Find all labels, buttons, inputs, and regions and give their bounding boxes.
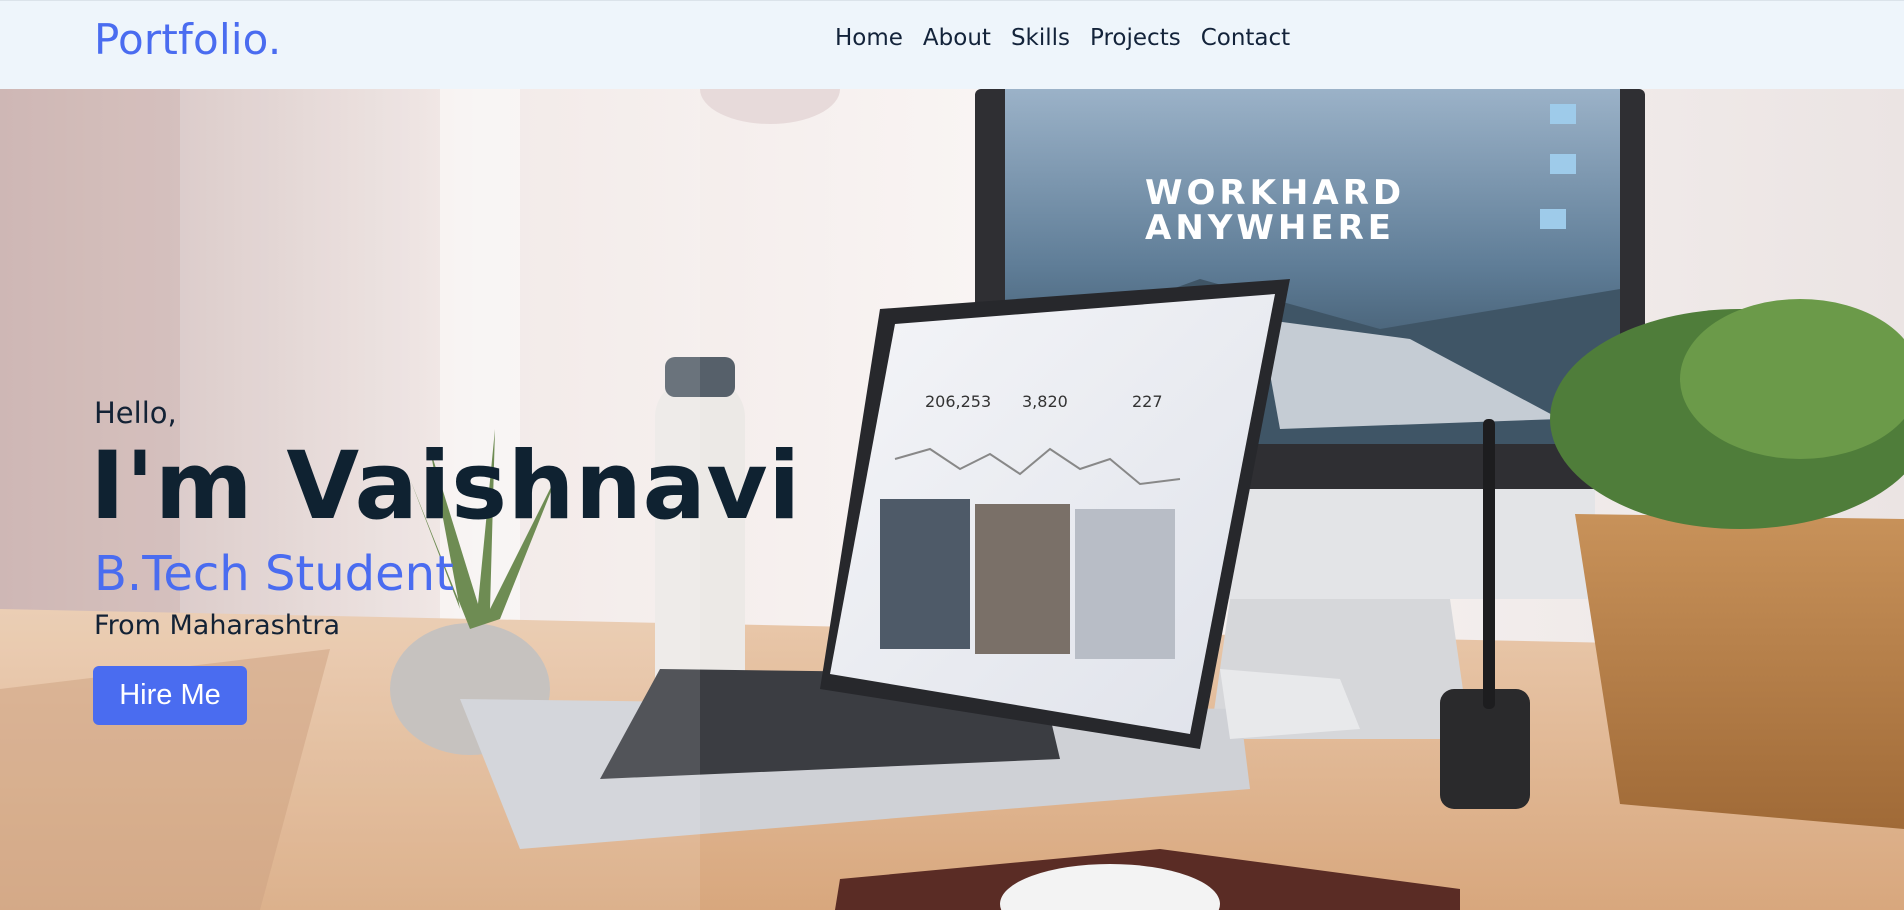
nav-projects[interactable]: Projects (1090, 25, 1181, 51)
laptop-stat-likes: 227 (1132, 392, 1163, 411)
hire-me-button[interactable]: Hire Me (93, 666, 247, 725)
laptop-stat-views: 206,253 (925, 392, 991, 411)
nav-skills[interactable]: Skills (1011, 25, 1070, 51)
laptop-stat-downloads: 3,820 (1022, 392, 1068, 411)
hero-name: I'm Vaishnavi (90, 432, 801, 541)
main-nav: Home About Skills Projects Contact (835, 25, 1290, 51)
monitor-text-anywhere: ANYWHERE (1145, 208, 1395, 248)
hero-greeting: Hello, (94, 396, 177, 430)
site-header: Portfolio. Home About Skills Projects Co… (0, 0, 1904, 89)
monitor-text-workhard: WORKHARD (1145, 173, 1405, 213)
nav-contact[interactable]: Contact (1201, 25, 1290, 51)
hero-role: B.Tech Student (94, 546, 454, 602)
hero-location: From Maharashtra (94, 610, 341, 641)
nav-about[interactable]: About (923, 25, 991, 51)
nav-home[interactable]: Home (835, 25, 903, 51)
site-logo[interactable]: Portfolio. (94, 15, 281, 64)
